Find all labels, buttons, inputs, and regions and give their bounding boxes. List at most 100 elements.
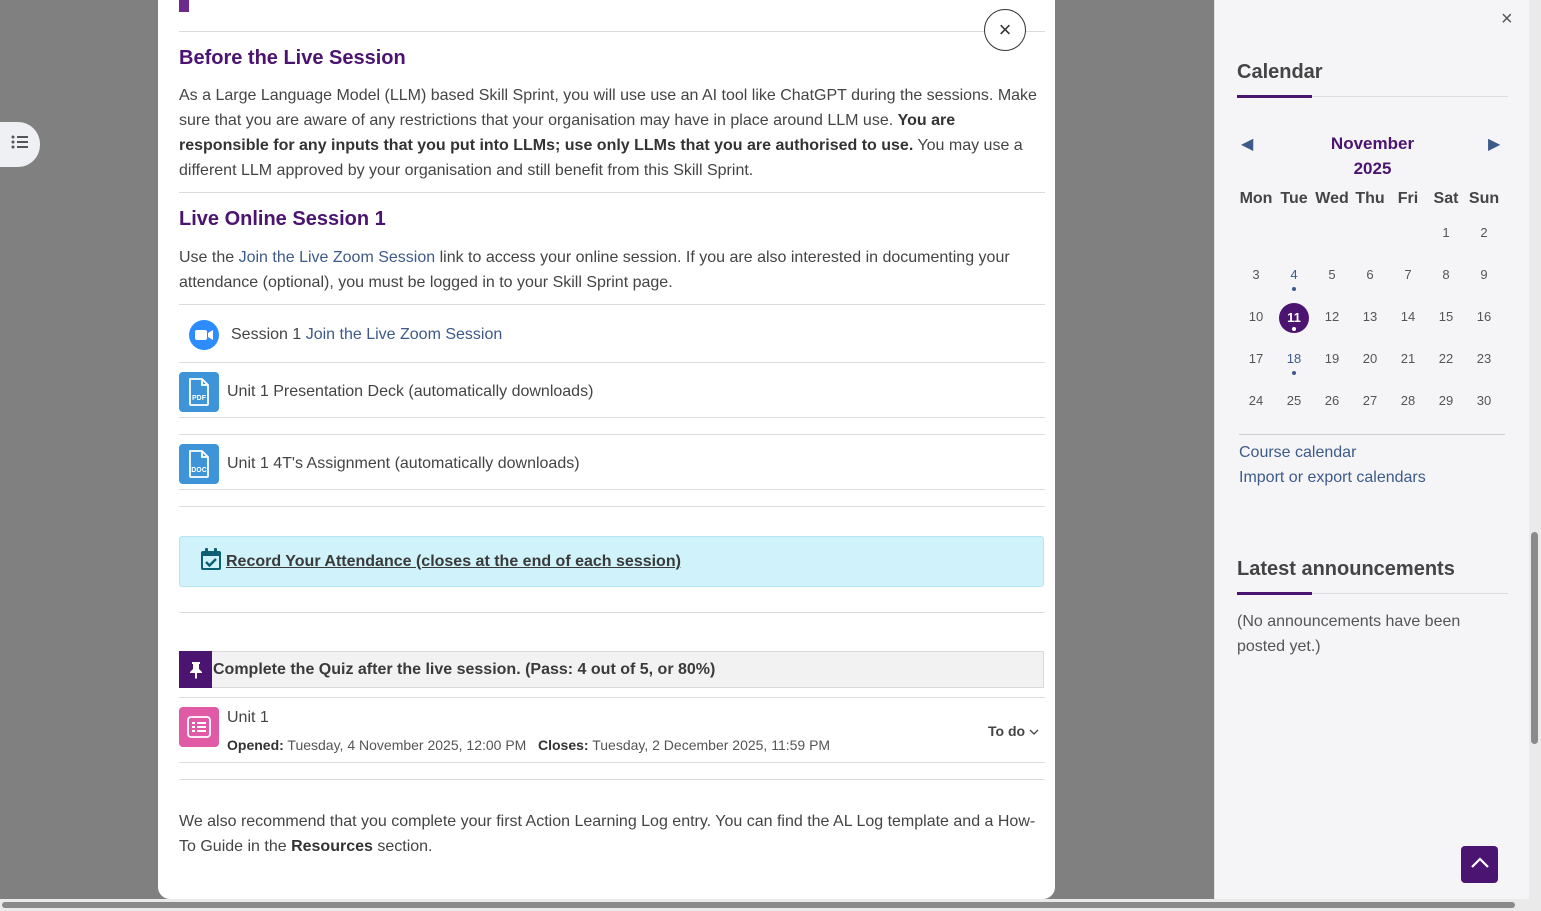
announcements-heading: Latest announcements [1237,558,1455,580]
calendar-day: 7 [1404,267,1412,282]
calendar-week: 12 [1237,212,1507,254]
quiz-icon [179,707,219,747]
zoom-inline-link[interactable]: Join the Live Zoom Session [239,249,436,266]
scrollbar-thumb[interactable] [2,902,1515,908]
divider [179,779,1045,780]
live-session-heading: Live Online Session 1 [179,208,386,230]
calendar-month-title: November 2025 [1330,134,1415,178]
weekday-label: Tue [1280,190,1308,207]
calendar-day: 29 [1438,393,1454,408]
calendar-day: 27 [1362,393,1378,408]
weekday-label: Thu [1355,190,1385,207]
before-session-text: As a Large Language Model (LLM) based Sk… [179,87,1037,179]
divider [179,434,1045,435]
divider [179,192,1045,193]
calendar-heading: Calendar [1237,61,1323,83]
zoom-session-row[interactable]: Session 1 Join the Live Zoom Session [179,316,1045,354]
weekday-label: Mon [1239,190,1273,207]
arrow-left-icon: ◀ [1241,136,1254,153]
zoom-session-label: Session 1 Join the Live Zoom Session [231,326,503,343]
close-icon: × [998,17,1012,42]
calendar-day[interactable]: 18 [1275,345,1313,375]
chevron-up-icon [1470,856,1490,874]
calendar-week: 10 11 12 13 14 15 16 [1237,296,1507,338]
divider [179,31,1045,32]
calendar-day-empty [1237,219,1275,247]
calendar-day: 24 [1248,393,1264,408]
presentation-deck-row[interactable]: PDF Unit 1 Presentation Deck (automatica… [179,371,1045,413]
record-attendance-link[interactable]: Record Your Attendance (closes at the en… [226,553,681,571]
calendar-day-empty [1275,219,1313,247]
calendar-day: 16 [1476,309,1492,324]
calendar-day: 17 [1248,351,1264,366]
pdf-file-icon: PDF [179,372,219,412]
quiz-header-text: Complete the Quiz after the live session… [213,660,716,678]
calendar-day: 25 [1286,393,1302,408]
close-icon: × [1501,8,1513,30]
before-session-heading: Before the Live Session [179,47,406,69]
weekday-label: Fri [1397,190,1419,207]
divider [179,697,1045,698]
live-session-text: Use the Join the Live Zoom Session link … [179,249,1010,291]
calendar-day: 9 [1480,267,1488,282]
calendar-day: 12 [1324,309,1340,324]
completion-dropdown[interactable]: To do [988,723,1039,739]
calendar-week: 345 6 7 8 9 [1237,254,1507,296]
calendar-day: 23 [1476,351,1492,366]
divider [179,762,1045,763]
quiz-title-link[interactable]: Unit 1 [227,709,269,727]
horizontal-scrollbar[interactable] [0,899,1529,911]
assignment-row[interactable]: DOC Unit 1 4T's Assignment (automaticall… [179,443,1045,485]
calendar-day: 19 [1324,351,1340,366]
weekday-label: Sat [1433,190,1459,207]
weekday-label: Sun [1468,190,1500,207]
close-modal-button[interactable]: × [984,9,1026,51]
calendar-day: 15 [1438,309,1454,324]
calendar-day: 2 [1480,225,1488,240]
heading-underline [1237,95,1508,98]
calendar-day: 20 [1362,351,1378,366]
calendar-day-empty [1313,219,1351,247]
weekday-label: Wed [1315,190,1349,207]
calendar-day: 10 [1248,309,1264,324]
course-calendar-link[interactable]: Course calendar [1239,444,1356,462]
pin-icon [179,651,212,688]
calendar-day: 13 [1362,309,1378,324]
vertical-scrollbar[interactable] [1529,0,1541,911]
zoom-session-link[interactable]: Join the Live Zoom Session [306,326,503,343]
presentation-deck-link[interactable]: Unit 1 Presentation Deck (automatically … [227,383,593,401]
calendar-day: 28 [1400,393,1416,408]
calendar-day[interactable]: 4 [1275,261,1313,291]
import-export-calendars-link[interactable]: Import or export calendars [1239,469,1426,487]
assignment-link[interactable]: Unit 1 4T's Assignment (automatically do… [227,455,580,473]
divider [179,362,1045,363]
calendar-day: 1 [1442,225,1450,240]
next-month-button[interactable]: ▶ [1488,134,1500,154]
closing-text: We also recommend that you complete your… [179,813,1036,855]
divider [1239,434,1505,435]
calendar-day: 21 [1400,351,1416,366]
scrollbar-thumb[interactable] [1531,532,1538,744]
announcements-empty-text: (No announcements have been posted yet.) [1237,613,1461,655]
calendar-day: 30 [1476,393,1492,408]
calendar-day: 6 [1366,267,1374,282]
calendar-day-empty [1389,219,1427,247]
calendar-grid: Mon Tue Wed Thu Fri Sat Sun 1 2 3 4 5 6 7 8 9 10 11 12 13 1… [1237,190,1507,422]
quiz-header: Complete the Quiz after the live session… [179,651,1044,688]
prev-month-button[interactable]: ◀ [1241,134,1253,154]
calendar-day: 5 [1328,267,1336,282]
calendar-day[interactable]: 11 [1275,303,1313,333]
quiz-dates: Opened: Tuesday, 4 November 2025, 12:00 … [227,737,831,753]
activity-modal: × Before the Live Session As a Large Lan… [158,0,1055,899]
right-drawer: × Calendar ◀ November 2025 ▶ Mon Tue Wed Th… [1214,0,1529,911]
attendance-callout: Record Your Attendance (closes at the en… [179,536,1044,587]
calendar-day-empty [1351,219,1389,247]
section-accent [179,0,189,12]
svg-text:DOC: DOC [191,467,207,474]
divider [179,417,1045,418]
calendar-day: 8 [1442,267,1450,282]
calendar-day: 26 [1324,393,1340,408]
close-drawer-button[interactable]: × [1501,8,1513,31]
calendar-day: 3 [1252,267,1260,282]
back-to-top-button[interactable] [1461,846,1498,883]
